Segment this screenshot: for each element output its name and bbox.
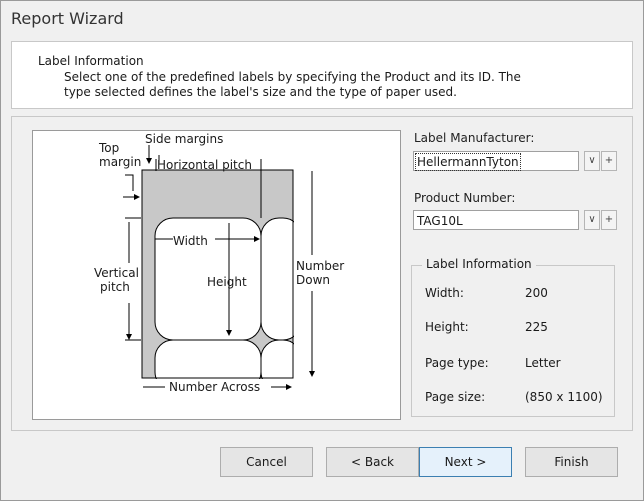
height-info-label: Height: [425, 320, 469, 334]
vertical-pitch-label-line1: Vertical [94, 266, 139, 280]
window-title: Report Wizard [11, 9, 124, 28]
height-label: Height [207, 275, 247, 289]
width-info-label: Width: [425, 286, 464, 300]
product-value: TAG10L [417, 214, 463, 228]
plus-icon[interactable]: + [601, 210, 617, 230]
chevron-down-icon[interactable]: ∨ [584, 151, 600, 171]
label-info-title: Label Information [422, 257, 536, 271]
report-wizard-window: Report Wizard Label Information Select o… [0, 0, 644, 501]
top-margin-label-line1: Top [99, 141, 120, 155]
vertical-pitch-label-line2: pitch [100, 280, 130, 294]
number-down-label-line1: Number [296, 259, 345, 273]
horizontal-pitch-label: Horizontal pitch [157, 158, 252, 172]
label-diagram: Top margin Side margins Horizontal pitch… [32, 130, 401, 420]
content-panel: Top margin Side margins Horizontal pitch… [11, 116, 633, 431]
label-info-group: Label Information Width: 200 Height: 225… [411, 257, 615, 417]
header-title: Label Information [38, 54, 144, 68]
plus-icon[interactable]: + [601, 151, 617, 171]
chevron-down-icon[interactable]: ∨ [584, 210, 600, 230]
manufacturer-value: HellermannTyton [415, 153, 521, 171]
cancel-button[interactable]: Cancel [220, 447, 313, 477]
title-bar: Report Wizard [1, 1, 643, 37]
page-type-label: Page type: [425, 356, 489, 370]
product-combo[interactable]: TAG10L [413, 210, 579, 230]
next-button[interactable]: Next > [419, 447, 512, 477]
header-description: Select one of the predefined labels by s… [64, 70, 521, 99]
number-across-label: Number Across [169, 380, 261, 394]
top-margin-label-line2: margin [99, 155, 142, 169]
number-down-label-line2: Down [296, 273, 331, 287]
page-size-label: Page size: [425, 390, 486, 404]
width-info-value: 200 [525, 286, 548, 300]
height-info-value: 225 [525, 320, 548, 334]
width-label: Width [173, 234, 208, 248]
page-size-value: (850 x 1100) [525, 390, 603, 404]
manufacturer-label: Label Manufacturer: [414, 131, 535, 145]
back-button[interactable]: < Back [326, 447, 419, 477]
manufacturer-combo[interactable]: HellermannTyton [413, 151, 579, 171]
side-margins-label: Side margins [145, 132, 224, 146]
finish-button[interactable]: Finish [525, 447, 618, 477]
page-type-value: Letter [525, 356, 561, 370]
product-label: Product Number: [414, 191, 516, 205]
header-panel: Label Information Select one of the pred… [11, 41, 633, 109]
